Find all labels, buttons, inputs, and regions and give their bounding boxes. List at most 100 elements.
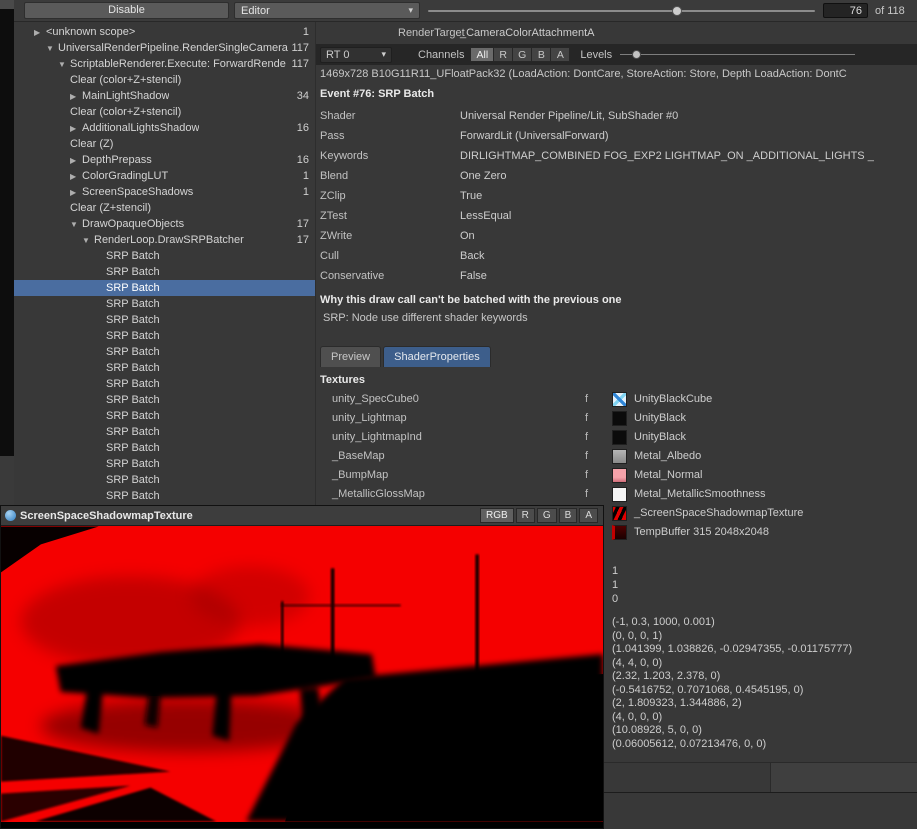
channel-button-b[interactable]: B — [531, 47, 551, 62]
channel-button-a[interactable]: A — [550, 47, 570, 62]
texture-thumbnail[interactable] — [612, 487, 627, 502]
channels-label: Channels — [418, 49, 464, 61]
tree-item-label: SRP Batch — [106, 394, 160, 406]
foldout-open-icon[interactable]: ▼ — [46, 44, 58, 53]
event-title: Event #76: SRP Batch — [320, 88, 434, 100]
tree-item-label: ScreenSpaceShadows — [82, 186, 193, 198]
scalar-value: 1 — [612, 564, 618, 578]
tree-item[interactable]: ▶MainLightShadow34 — [14, 88, 315, 104]
foldout-open-icon[interactable]: ▼ — [82, 236, 94, 245]
frame-number-field[interactable]: 76 — [823, 3, 868, 18]
tree-item[interactable]: SRP Batch — [14, 488, 315, 504]
tree-item[interactable]: Clear (color+Z+stencil) — [14, 72, 315, 88]
texture-thumbnail[interactable] — [612, 506, 627, 521]
tree-item[interactable]: SRP Batch — [14, 376, 315, 392]
scalar-value: 1 — [612, 578, 618, 592]
tree-item[interactable]: SRP Batch — [14, 472, 315, 488]
tree-item[interactable]: ▼ScriptableRenderer.Execute: ForwardRend… — [14, 56, 315, 72]
tree-item[interactable]: SRP Batch — [14, 248, 315, 264]
tree-item[interactable]: SRP Batch — [14, 424, 315, 440]
tree-item[interactable]: ▼RenderLoop.DrawSRPBatcher17 — [14, 232, 315, 248]
tree-item[interactable]: ▶<unknown scope>1 — [14, 24, 315, 40]
foldout-closed-icon[interactable]: ▶ — [70, 172, 82, 181]
tree-item[interactable]: SRP Batch — [14, 456, 315, 472]
levels-slider[interactable] — [620, 47, 855, 62]
tree-item[interactable]: SRP Batch — [14, 360, 315, 376]
channel-button-all[interactable]: All — [470, 47, 494, 62]
tree-item[interactable]: SRP Batch — [14, 408, 315, 424]
property-key: ZTest — [320, 206, 347, 226]
tree-item[interactable]: SRP Batch — [14, 280, 315, 296]
preview-channel-a[interactable]: A — [579, 508, 598, 523]
preview-channel-g[interactable]: G — [537, 508, 557, 523]
texture-name: Metal_Normal — [634, 466, 702, 485]
foldout-open-icon[interactable]: ▼ — [58, 60, 70, 69]
tree-item[interactable]: ▶AdditionalLightsShadow16 — [14, 120, 315, 136]
texture-property-name: _BaseMap — [332, 447, 385, 466]
frame-slider-track[interactable] — [428, 10, 815, 12]
texture-thumbnail[interactable] — [612, 392, 627, 407]
texture-thumbnail[interactable] — [612, 430, 627, 445]
foldout-closed-icon[interactable]: ▶ — [70, 124, 82, 133]
tree-item-label: DepthPrepass — [82, 154, 152, 166]
shader-property-row: PassForwardLit (UniversalForward) — [316, 126, 917, 146]
channel-button-g[interactable]: G — [512, 47, 532, 62]
foldout-closed-icon[interactable]: ▶ — [70, 188, 82, 197]
tree-item[interactable]: SRP Batch — [14, 312, 315, 328]
tree-item[interactable]: ▶ColorGradingLUT1 — [14, 168, 315, 184]
tree-item[interactable]: Clear (Z) — [14, 136, 315, 152]
preview-window-titlebar[interactable]: ScreenSpaceShadowmapTexture RGBRGBA — [1, 506, 603, 526]
tree-item[interactable]: Clear (Z+stencil) — [14, 200, 315, 216]
levels-slider-track[interactable] — [620, 54, 855, 55]
tree-item-label: SRP Batch — [106, 378, 160, 390]
texture-name: UnityBlackCube — [634, 390, 712, 409]
tree-item[interactable]: Clear (color+Z+stencil) — [14, 104, 315, 120]
tree-item[interactable]: SRP Batch — [14, 264, 315, 280]
channel-button-r[interactable]: R — [493, 47, 513, 62]
shader-property-row: ZWriteOn — [316, 226, 917, 246]
target-selector-dropdown[interactable]: Editor ▾ — [234, 2, 420, 19]
texture-thumbnail[interactable] — [612, 525, 627, 540]
tree-item[interactable]: ▶ScreenSpaceShadows1 — [14, 184, 315, 200]
vector-value: (-1, 0.3, 1000, 0.001) — [612, 616, 852, 630]
background-panel-edge — [0, 9, 14, 456]
property-key: Keywords — [320, 146, 368, 166]
frame-slider-thumb[interactable] — [672, 6, 682, 16]
preview-channel-r[interactable]: R — [516, 508, 535, 523]
texture-thumbnail[interactable] — [612, 449, 627, 464]
tree-item-label: RenderLoop.DrawSRPBatcher — [94, 234, 244, 246]
preview-channel-b[interactable]: B — [559, 508, 578, 523]
tab-preview[interactable]: Preview — [320, 346, 381, 367]
foldout-closed-icon[interactable]: ▶ — [70, 156, 82, 165]
property-value: False — [460, 266, 917, 286]
texture-flag: f — [585, 466, 588, 485]
tree-item[interactable]: SRP Batch — [14, 344, 315, 360]
frame-slider[interactable] — [428, 1, 815, 21]
property-key: Cull — [320, 246, 339, 266]
vector-values: (-1, 0.3, 1000, 0.001)(0, 0, 0, 1)(1.041… — [612, 616, 852, 751]
tree-item[interactable]: ▼DrawOpaqueObjects17 — [14, 216, 315, 232]
foldout-closed-icon[interactable]: ▶ — [34, 28, 46, 37]
tree-item-label: UniversalRenderPipeline.RenderSingleCame… — [58, 42, 288, 54]
tree-item-label: Clear (Z) — [70, 138, 113, 150]
textures-section-title: Textures — [320, 374, 365, 386]
texture-thumbnail[interactable] — [612, 468, 627, 483]
texture-property-name: unity_LightmapInd — [332, 428, 422, 447]
tree-item[interactable]: SRP Batch — [14, 328, 315, 344]
tree-item[interactable]: ▶DepthPrepass16 — [14, 152, 315, 168]
foldout-closed-icon[interactable]: ▶ — [70, 92, 82, 101]
tab-shaderproperties[interactable]: ShaderProperties — [383, 346, 491, 367]
tree-item-label: Clear (Z+stencil) — [70, 202, 151, 214]
tree-item[interactable]: ▼UniversalRenderPipeline.RenderSingleCam… — [14, 40, 315, 56]
tree-item-label: SRP Batch — [106, 362, 160, 374]
tree-item[interactable]: SRP Batch — [14, 440, 315, 456]
foldout-open-icon[interactable]: ▼ — [70, 220, 82, 229]
tree-item-count: 117 — [291, 58, 315, 70]
disable-button[interactable]: Disable — [24, 2, 229, 19]
tree-item[interactable]: SRP Batch — [14, 392, 315, 408]
tree-item[interactable]: SRP Batch — [14, 296, 315, 312]
texture-thumbnail[interactable] — [612, 411, 627, 426]
rt-index-dropdown[interactable]: RT 0 ▾ — [320, 47, 392, 63]
preview-channel-rgb[interactable]: RGB — [480, 508, 514, 523]
levels-slider-thumb[interactable] — [632, 50, 641, 59]
